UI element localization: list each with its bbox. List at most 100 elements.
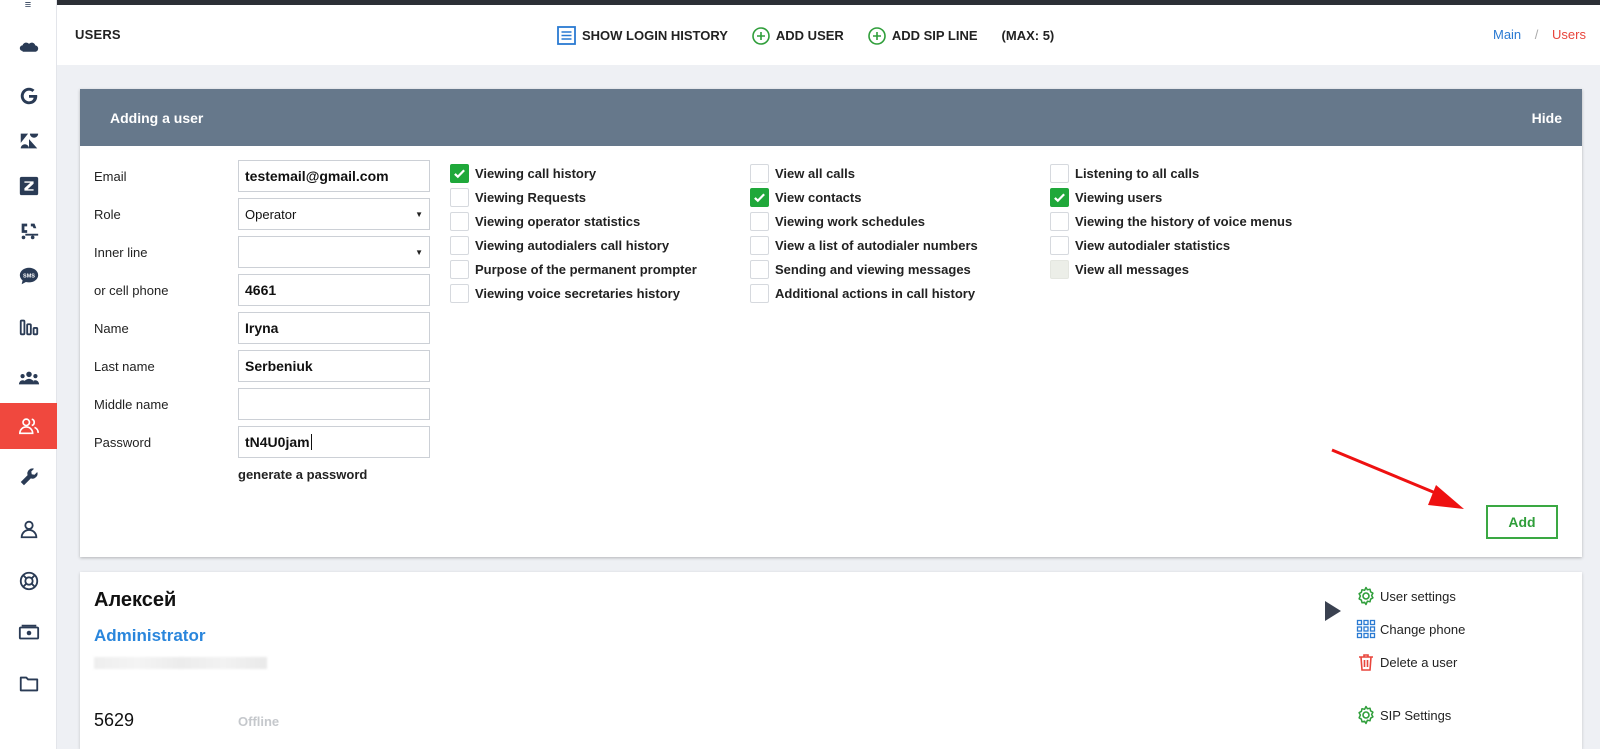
cell-phone-field[interactable]: 4661 bbox=[238, 274, 430, 306]
check-icon bbox=[754, 192, 765, 202]
permission-label: Viewing Requests bbox=[475, 189, 587, 205]
folder-icon[interactable] bbox=[0, 661, 57, 707]
add-sip-line-label: ADD SIP LINE bbox=[891, 28, 978, 43]
permission-checkbox[interactable] bbox=[1050, 187, 1069, 207]
permission-label: Viewing the history of voice menus bbox=[1075, 213, 1293, 229]
delete-user-button[interactable]: Delete a user bbox=[1356, 652, 1457, 672]
permission-item[interactable]: View contacts bbox=[750, 185, 978, 209]
permission-checkbox[interactable] bbox=[750, 235, 769, 255]
last-name-field[interactable]: Serbeniuk bbox=[238, 350, 430, 382]
name-field[interactable]: Iryna bbox=[238, 312, 430, 344]
zoho-icon[interactable] bbox=[0, 163, 57, 209]
toolbar: SHOW LOGIN HISTORY ADD USER ADD SIP LINE… bbox=[557, 26, 1054, 45]
password-row: Password tN4U0jam bbox=[94, 425, 430, 459]
password-field[interactable]: tN4U0jam bbox=[238, 426, 430, 458]
permission-label: View all calls bbox=[775, 165, 855, 181]
google-icon[interactable] bbox=[0, 73, 57, 119]
permission-checkbox[interactable] bbox=[750, 259, 769, 279]
permission-checkbox[interactable] bbox=[450, 235, 469, 255]
permission-checkbox[interactable] bbox=[450, 283, 469, 303]
menu-icon[interactable]: ≡ bbox=[20, 0, 36, 11]
permission-checkbox[interactable] bbox=[750, 187, 769, 207]
permission-checkbox[interactable] bbox=[750, 211, 769, 231]
permission-item[interactable]: Listening to all calls bbox=[1050, 161, 1292, 185]
permission-label: Viewing operator statistics bbox=[475, 213, 641, 229]
plus-circle-icon bbox=[752, 26, 770, 45]
delete-user-label: Delete a user bbox=[1380, 654, 1458, 670]
permission-item[interactable]: Viewing voice secretaries history bbox=[450, 281, 697, 305]
breadcrumb-main-link[interactable]: Main bbox=[1493, 27, 1521, 42]
sip-settings-button[interactable]: SIP Settings bbox=[1356, 705, 1451, 725]
permission-item[interactable]: Viewing autodialers call history bbox=[450, 233, 697, 257]
middle-name-row: Middle name bbox=[94, 387, 430, 421]
inner-line-select[interactable]: ▼ bbox=[238, 236, 430, 268]
permission-checkbox[interactable] bbox=[1050, 235, 1069, 255]
add-sip-line-button[interactable]: ADD SIP LINE bbox=[868, 26, 978, 45]
email-field[interactable]: testemail@gmail.com bbox=[238, 160, 430, 192]
permission-label: View all messages bbox=[1075, 261, 1189, 277]
change-phone-button[interactable]: Change phone bbox=[1356, 619, 1465, 639]
zendesk-icon[interactable] bbox=[0, 118, 57, 164]
permission-item[interactable]: Purpose of the permanent prompter bbox=[450, 257, 697, 281]
permission-item[interactable]: View autodialer statistics bbox=[1050, 233, 1292, 257]
permission-item[interactable]: View a list of autodialer numbers bbox=[750, 233, 978, 257]
permission-item[interactable]: View all calls bbox=[750, 161, 978, 185]
permission-item[interactable]: Viewing the history of voice menus bbox=[1050, 209, 1292, 233]
add-user-panel: Adding a user Hide Email testemail@gmail… bbox=[80, 89, 1582, 557]
hide-button[interactable]: Hide bbox=[1532, 110, 1562, 126]
panel-title: Adding a user bbox=[110, 109, 204, 126]
permission-checkbox[interactable] bbox=[750, 163, 769, 183]
show-login-history-button[interactable]: SHOW LOGIN HISTORY bbox=[557, 26, 728, 45]
middle-name-field[interactable] bbox=[238, 388, 430, 420]
trash-icon bbox=[1359, 654, 1373, 671]
wrench-icon[interactable] bbox=[0, 454, 57, 500]
permission-item[interactable]: Viewing work schedules bbox=[750, 209, 978, 233]
permission-checkbox[interactable] bbox=[450, 187, 469, 207]
crm-icon[interactable] bbox=[0, 208, 57, 254]
add-user-button[interactable]: ADD USER bbox=[752, 26, 844, 45]
generate-password-link[interactable]: generate a password bbox=[238, 467, 367, 482]
play-icon[interactable] bbox=[1325, 601, 1341, 621]
add-button[interactable]: Add bbox=[1486, 505, 1558, 539]
role-select[interactable]: Operator ▼ bbox=[238, 198, 430, 230]
sidebar: ≡ SMS bbox=[0, 0, 57, 749]
permission-item[interactable]: Viewing Requests bbox=[450, 185, 697, 209]
permission-label: Listening to all calls bbox=[1075, 165, 1200, 181]
billing-icon[interactable] bbox=[0, 610, 57, 656]
inner-line-label: Inner line bbox=[94, 244, 148, 260]
permission-checkbox[interactable] bbox=[450, 163, 469, 183]
profile-icon[interactable] bbox=[0, 506, 57, 552]
cell-phone-row: or cell phone 4661 bbox=[94, 273, 430, 307]
users-icon[interactable] bbox=[0, 403, 57, 449]
permission-label: View contacts bbox=[775, 189, 862, 205]
permission-checkbox[interactable] bbox=[750, 283, 769, 303]
permission-item[interactable]: Additional actions in call history bbox=[750, 281, 978, 305]
statistics-icon[interactable] bbox=[0, 304, 57, 350]
user-settings-button[interactable]: User settings bbox=[1356, 586, 1456, 606]
breadcrumb: Main / Users bbox=[1493, 27, 1586, 42]
breadcrumb-current: Users bbox=[1552, 27, 1586, 42]
groups-icon[interactable] bbox=[0, 355, 57, 401]
salesforce-icon[interactable] bbox=[0, 26, 57, 72]
sms-icon[interactable]: SMS bbox=[0, 253, 57, 299]
permission-label: View autodialer statistics bbox=[1075, 237, 1231, 253]
permission-checkbox bbox=[1050, 259, 1069, 279]
permission-item[interactable]: Viewing users bbox=[1050, 185, 1292, 209]
user-role[interactable]: Administrator bbox=[94, 626, 205, 646]
breadcrumb-separator: / bbox=[1534, 27, 1539, 42]
permission-checkbox[interactable] bbox=[1050, 211, 1069, 231]
permission-checkbox[interactable] bbox=[450, 259, 469, 279]
help-icon[interactable] bbox=[0, 558, 57, 604]
permission-item[interactable]: View all messages bbox=[1050, 257, 1292, 281]
last-name-label: Last name bbox=[94, 358, 155, 374]
permission-item[interactable]: Viewing operator statistics bbox=[450, 209, 697, 233]
role-label: Role bbox=[94, 206, 121, 222]
permission-checkbox[interactable] bbox=[1050, 163, 1069, 183]
blurred-email bbox=[94, 657, 267, 669]
show-login-history-label: SHOW LOGIN HISTORY bbox=[582, 28, 728, 43]
permission-item[interactable]: Viewing call history bbox=[450, 161, 697, 185]
permission-checkbox[interactable] bbox=[450, 211, 469, 231]
svg-text:SMS: SMS bbox=[23, 273, 35, 279]
permission-item[interactable]: Sending and viewing messages bbox=[750, 257, 978, 281]
permission-label: Viewing voice secretaries history bbox=[475, 285, 680, 301]
